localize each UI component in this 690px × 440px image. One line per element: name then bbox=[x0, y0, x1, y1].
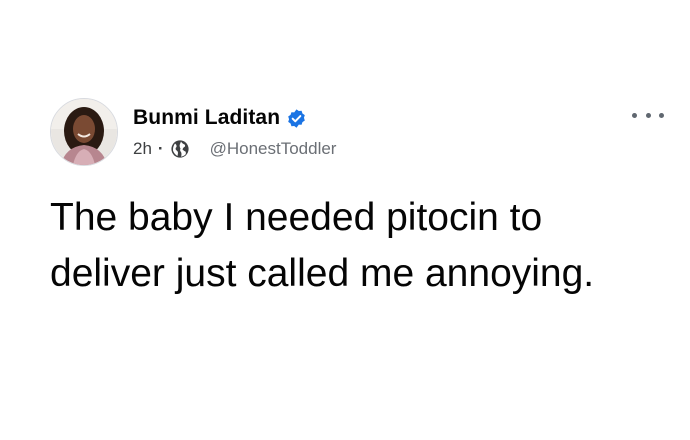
verified-badge-icon bbox=[286, 108, 307, 129]
post-card: Bunmi Laditan 2h · @HonestToddler The ba… bbox=[0, 0, 690, 440]
post-timestamp[interactable]: 2h bbox=[133, 139, 152, 159]
post-meta: 2h · @HonestToddler bbox=[133, 139, 336, 159]
author-name[interactable]: Bunmi Laditan bbox=[133, 106, 280, 130]
avatar[interactable] bbox=[50, 98, 118, 166]
meta-separator: · bbox=[157, 139, 164, 158]
post-text: The baby I needed pitocin to deliver jus… bbox=[50, 196, 595, 295]
more-options-button[interactable] bbox=[632, 106, 664, 124]
author-row: Bunmi Laditan bbox=[133, 106, 307, 130]
ellipsis-icon bbox=[632, 112, 637, 118]
author-handle[interactable]: @HonestToddler bbox=[210, 139, 337, 159]
ellipsis-icon-dot bbox=[645, 112, 651, 118]
globe-icon[interactable] bbox=[170, 139, 190, 159]
ellipsis-icon-dot bbox=[659, 112, 664, 118]
